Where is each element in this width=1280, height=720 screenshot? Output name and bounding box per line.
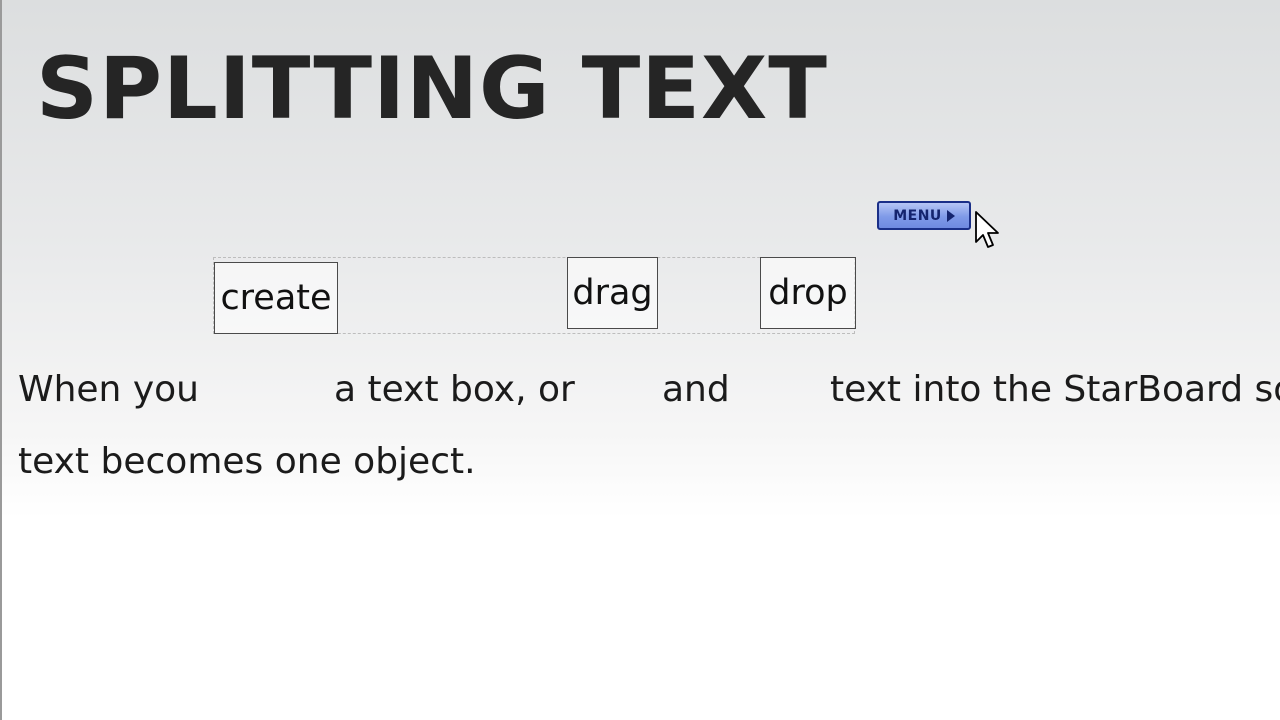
sentence-segment-one-object: text becomes one object. [18,441,476,482]
sentence-segment-starboard: text into the StarBoard so [830,369,1280,410]
word-box-create[interactable]: create [214,262,338,334]
menu-button[interactable]: MENU [877,201,971,230]
mouse-pointer-icon [975,211,999,248]
sentence-segment-when-you: When you [18,369,199,410]
sentence-segment-and: and [662,369,730,410]
sentence-segment-text-box: a text box, or [334,369,575,410]
word-box-drop[interactable]: drop [760,257,856,329]
slide-title: SPLITTING TEXT [36,39,828,139]
word-box-drag[interactable]: drag [567,257,658,329]
window-left-edge [0,0,2,720]
play-arrow-icon [946,209,955,222]
menu-button-label: MENU [893,207,942,224]
